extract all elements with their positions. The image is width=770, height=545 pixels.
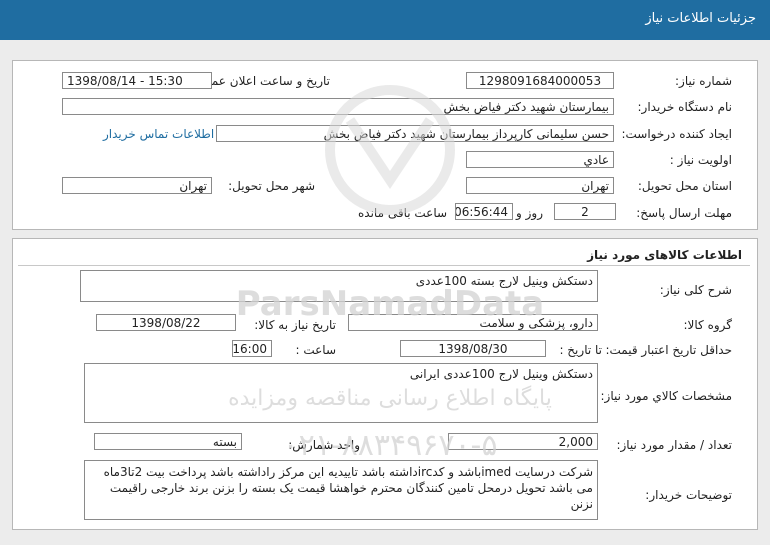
city-field: تهران — [62, 177, 212, 194]
need-number-field: 1298091684000053 — [466, 72, 614, 89]
priority-field: عادي — [466, 151, 614, 168]
announce-date-field: 1398/08/14 - 15:30 — [62, 72, 212, 89]
description-label: شرح کلی نیاز: — [659, 283, 732, 297]
goods-group-label: گروه کالا: — [683, 318, 733, 332]
description-field: دستکش وینیل لارج بسته 100عددی — [80, 270, 598, 302]
validity-time-field: 16:00 — [232, 340, 272, 357]
goods-section-title: اطلاعات کالاهای مورد نیاز — [587, 248, 742, 262]
page-header: جزئیات اطلاعات نیاز — [0, 0, 770, 40]
page-title: جزئیات اطلاعات نیاز — [645, 11, 756, 26]
specs-field: دستکش وینیل لارج 100عددی ایرانی — [84, 363, 598, 423]
city-label: شهر محل تحویل: — [228, 179, 315, 193]
validity-time-label: ساعت : — [295, 343, 336, 357]
unit-field: بسته — [94, 433, 242, 450]
buyer-field: بیمارستان شهید دکتر فیاض بخش — [62, 98, 614, 115]
province-field: تهران — [466, 177, 614, 194]
province-label: استان محل تحویل: — [637, 179, 732, 193]
quantity-field: 2,000 — [448, 433, 598, 450]
until-date-label: تا تاریخ : — [559, 343, 602, 357]
unit-label: واحد شمارش: — [288, 438, 360, 452]
need-date-field: 1398/08/22 — [96, 314, 236, 331]
days-field: 2 — [554, 203, 616, 220]
remaining-time-field: 06:56:44 — [455, 203, 513, 220]
need-date-label: تاریخ نیاز به کالا: — [254, 318, 336, 332]
buyer-notes-label: توضیحات خریدار: — [645, 488, 732, 502]
deadline-label: مهلت ارسال پاسخ: — [636, 206, 732, 220]
buyer-contact-link[interactable]: اطلاعات تماس خریدار — [103, 127, 214, 141]
until-date-field: 1398/08/30 — [400, 340, 546, 357]
remaining-text: ساعت باقی مانده — [358, 206, 448, 220]
buyer-notes-field: شرکت درسایت imedباشد و کدircداشته باشد ت… — [84, 460, 598, 520]
quantity-label: تعداد / مقدار مورد نیاز: — [616, 438, 732, 452]
priority-label: اولویت نیاز : — [669, 153, 732, 167]
section-divider — [18, 265, 750, 266]
specs-label: مشخصات کالاي مورد نیاز: — [600, 389, 732, 403]
buyer-label: نام دستگاه خریدار: — [637, 100, 733, 114]
creator-field: حسن سلیمانی کارپرداز بیمارستان شهید دکتر… — [216, 125, 614, 142]
need-number-label: شماره نیاز: — [675, 74, 732, 88]
goods-group-field: دارو، پزشکی و سلامت — [348, 314, 598, 331]
days-text: روز و — [516, 206, 543, 220]
min-validity-label: حداقل تاریخ اعتبار قیمت: — [605, 343, 732, 357]
creator-label: ایجاد کننده درخواست: — [621, 127, 732, 141]
